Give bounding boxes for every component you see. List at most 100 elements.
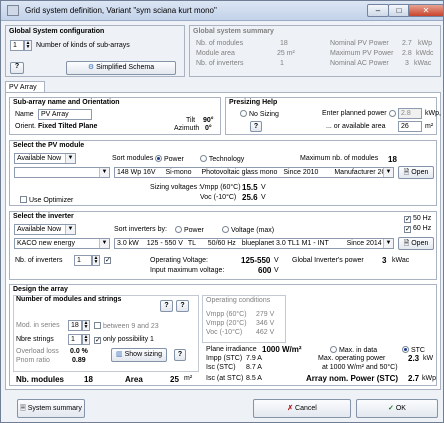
summary-unit2-2: kWac	[414, 60, 432, 67]
mod-series-input[interactable]: 18	[68, 320, 82, 331]
minimize-button[interactable]: –	[367, 4, 389, 17]
summary-value2-2: 3	[405, 60, 409, 67]
ok-button[interactable]: ✓ OK	[356, 399, 438, 418]
maximize-button[interactable]: □	[388, 4, 410, 17]
pnom-value: 0.89	[72, 357, 86, 364]
operating-conditions-title: Operating conditions	[206, 297, 271, 304]
subarrays-label: Number of kinds of sub-arrays	[36, 42, 130, 49]
close-button[interactable]: ✕	[408, 4, 444, 17]
design-help-button-2[interactable]: ?	[176, 300, 189, 312]
checkmark-icon: ✓	[388, 405, 394, 412]
power-input[interactable]: 2.8	[398, 108, 422, 119]
sort-power-option[interactable]: Power	[155, 155, 184, 163]
max-in-data-radio[interactable]	[330, 346, 337, 353]
design-group: Design the array Number of modules and s…	[9, 284, 437, 386]
mod-series-spinner[interactable]: ▲ ▼	[82, 320, 90, 331]
global-help-button[interactable]: ?	[10, 62, 24, 74]
inverter-manufacturer-select[interactable]: KACO new energy ▼	[14, 238, 110, 249]
inverter-model-select[interactable]: 3.0 kW 125 - 550 V TL 50/60 Hz blueplane…	[114, 238, 394, 249]
tilt-label: Tilt	[186, 117, 196, 124]
name-input[interactable]: PV Array	[38, 109, 92, 120]
inverter-group: Select the inverter Available Now ▼ Sort …	[9, 211, 437, 280]
hz50-option[interactable]: ✓ 50 Hz	[404, 215, 431, 223]
design-help-button-3[interactable]: ?	[174, 349, 186, 361]
use-optimizer-option[interactable]: Use Optimizer	[20, 196, 73, 204]
cond-label-0: Vmpp (60°C)	[206, 311, 247, 318]
only-possibility-checkbox[interactable]: ✓	[94, 337, 101, 344]
sort-tech-radio[interactable]	[200, 155, 207, 162]
hz50-checkbox[interactable]: ✓	[404, 216, 411, 223]
chevron-down-icon: ▼	[383, 168, 393, 177]
impp-value: 7.9 A	[246, 355, 262, 362]
system-summary-button[interactable]: 🗏 System summary	[17, 399, 85, 418]
inv-sort-power-radio[interactable]	[175, 226, 182, 233]
no-sizing-radio[interactable]	[240, 110, 247, 117]
mod-series-label: Mod. in series	[16, 322, 60, 329]
design-help-button-1[interactable]: ?	[160, 300, 173, 312]
module-model-select[interactable]: 148 Wp 16V Si-mono Photovoltaic glass mo…	[114, 167, 394, 178]
plane-irr-unit: W/m²	[282, 345, 302, 354]
inv-sort-voltage-radio[interactable]	[222, 226, 229, 233]
dialog-window: Grid system definition, Variant "sym sci…	[0, 0, 444, 423]
inverter-model-power: 3.0 kW	[117, 240, 139, 247]
sort-power-label: Power	[163, 156, 184, 163]
vmpp-unit: V	[261, 184, 266, 191]
hz60-option[interactable]: ✓ 60 Hz	[404, 225, 431, 233]
document-icon: 🗏	[20, 405, 26, 412]
no-sizing-option[interactable]: No Sizing	[240, 110, 279, 118]
inverter-open-button[interactable]: 🗎 Open	[398, 237, 434, 250]
sizing-voltages-label: Sizing voltages :	[150, 184, 201, 191]
module-filter-select[interactable]: Available Now ▼	[14, 153, 76, 164]
inv-sort-power-option[interactable]: Power	[175, 226, 204, 234]
orient-label: Orient.	[15, 123, 37, 130]
nb-inverters-checkbox[interactable]: ✓	[104, 257, 111, 264]
subarrays-spinner[interactable]: ▲ ▼	[24, 40, 32, 51]
inverter-filter-select[interactable]: Available Now ▼	[14, 224, 76, 235]
inverter-model-volt: 125 - 550 V	[146, 240, 183, 247]
power-radio[interactable]	[389, 110, 396, 117]
stc-option[interactable]: STC	[402, 346, 425, 354]
inverter-manufacturer-value: KACO new energy	[17, 240, 75, 247]
module-manufacturer-select[interactable]: ▼	[14, 167, 110, 178]
chevron-down-icon: ▼	[99, 239, 109, 248]
sort-inverters-label: Sort inverters by:	[114, 226, 167, 233]
simplified-schema-label: Simplified Schema	[96, 64, 155, 71]
inv-sort-voltage-option[interactable]: Voltage (max)	[222, 226, 274, 234]
power-unit: kWp,	[425, 110, 441, 117]
sort-tech-label: Technology	[208, 156, 245, 163]
module-open-button[interactable]: 🗎 Open	[398, 166, 434, 179]
plane-irr-value: 1000	[262, 345, 280, 354]
nb-inverters-spinner[interactable]: ▲ ▼	[92, 255, 100, 266]
between-checkbox[interactable]	[94, 322, 101, 329]
subarrays-input[interactable]: 1	[10, 40, 24, 51]
ok-label: OK	[395, 405, 406, 412]
inverter-open-label: Open	[411, 240, 429, 247]
stc-radio[interactable]	[402, 346, 409, 353]
presizing-help-button[interactable]: ?	[250, 121, 262, 132]
window-title: Grid system definition, Variant "sym sci…	[25, 6, 217, 15]
sort-power-radio[interactable]	[155, 155, 162, 162]
schema-icon: ⚙	[87, 64, 95, 71]
area-input[interactable]: 26	[398, 121, 422, 132]
isc-at-stc-value: 8.5 A	[246, 375, 262, 382]
only-possibility-label: only possibility 1	[102, 336, 154, 343]
area-unit: m²	[184, 375, 193, 382]
cancel-button[interactable]: ✗ Cancel	[253, 399, 351, 418]
show-sizing-button[interactable]: ▥ Show sizing	[111, 348, 167, 362]
simplified-schema-button[interactable]: ⚙ Simplified Schema	[66, 61, 176, 75]
only-possibility-option[interactable]: ✓ only possibility 1	[94, 336, 154, 344]
summary-label-1: Module area	[196, 50, 235, 57]
show-sizing-label: Show sizing	[124, 351, 162, 358]
sort-tech-option[interactable]: Technology	[200, 155, 244, 163]
max-in-data-option[interactable]: Max. in data	[330, 346, 377, 354]
inverter-model-name: blueplanet 3.0 TL1 M1 - INT	[241, 240, 329, 247]
use-optimizer-checkbox[interactable]	[20, 196, 27, 203]
nbre-strings-input[interactable]: 1	[68, 334, 82, 345]
subarray-group: Sub-array name and Orientation Name PV A…	[9, 97, 221, 135]
document-icon: 🗎	[403, 240, 410, 247]
summary-value-1: 25 m²	[277, 50, 295, 57]
cancel-icon: ✗	[287, 405, 294, 412]
nbre-strings-spinner[interactable]: ▲ ▼	[82, 334, 90, 345]
nb-inverters-input[interactable]: 1	[74, 255, 92, 266]
hz60-checkbox[interactable]: ✓	[404, 226, 411, 233]
